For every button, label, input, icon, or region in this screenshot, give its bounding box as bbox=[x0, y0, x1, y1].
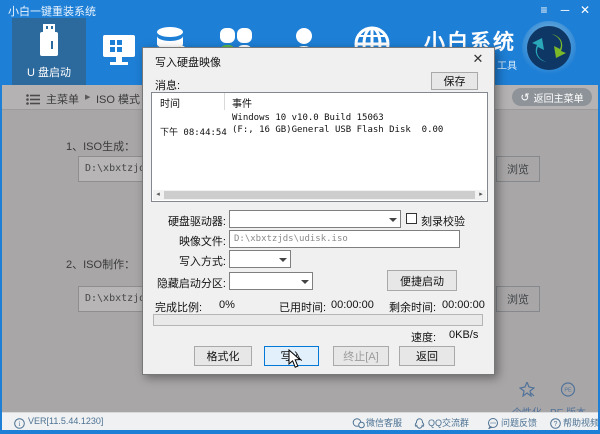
iso-generate-browse-button[interactable]: 浏览 bbox=[496, 156, 540, 182]
window-title: 小白一键重装系统 bbox=[8, 3, 96, 19]
minimize-icon[interactable]: ─ bbox=[557, 3, 573, 17]
drive-select[interactable]: (F:, 16 GB)General USB Flash Disk 0.00 bbox=[229, 210, 401, 228]
progress-label: 完成比例: bbox=[155, 299, 202, 315]
window-edge-left bbox=[0, 85, 2, 434]
help-video-link[interactable]: 帮助视频 bbox=[563, 416, 599, 429]
iso-generate-label: 1、ISO生成： bbox=[66, 138, 135, 154]
dialog-title: 写入硬盘映像 bbox=[155, 54, 221, 70]
event-log-table[interactable]: 时间 事件 Windows 10 v10.0 Build 15063 下午 08… bbox=[151, 92, 488, 202]
iso-make-browse-button[interactable]: 浏览 bbox=[496, 286, 540, 312]
iso-make-label: 2、ISO制作： bbox=[66, 256, 135, 272]
remaining-value: 00:00:00 bbox=[442, 299, 485, 311]
abort-button: 终止[A] bbox=[333, 346, 389, 366]
hidden-partition-label: 隐藏启动分区: bbox=[153, 275, 226, 291]
window-close-icon[interactable]: ✕ bbox=[577, 3, 593, 17]
back-arrow-icon: ↺ bbox=[520, 91, 529, 104]
chevron-down-icon bbox=[279, 258, 287, 262]
speed-label: 速度: bbox=[411, 329, 436, 345]
logo-swirl-icon bbox=[527, 26, 571, 70]
version-text: VER[11.5.44.1230] bbox=[28, 416, 103, 426]
elapsed-value: 00:00:00 bbox=[331, 299, 374, 311]
pe-circle-icon: PE bbox=[560, 384, 576, 401]
convenient-boot-button[interactable]: 便捷启动 bbox=[387, 270, 457, 291]
scroll-left-icon[interactable]: ◂ bbox=[153, 190, 163, 200]
speed-value: 0KB/s bbox=[449, 329, 478, 341]
breadcrumb-current: ISO 模式 bbox=[96, 91, 140, 107]
window-edge-bottom bbox=[0, 430, 600, 434]
verify-label: 刻录校验 bbox=[421, 213, 465, 229]
breadcrumb-arrow-icon: ▶ bbox=[85, 93, 90, 101]
wechat-support-link[interactable]: 微信客服 bbox=[366, 416, 402, 429]
elapsed-label: 已用时间: bbox=[279, 299, 326, 315]
hidden-partition-select[interactable]: 无 bbox=[229, 272, 313, 290]
write-method-select[interactable]: USB-HDD+ bbox=[229, 250, 291, 268]
qq-group-link[interactable]: QQ交流群 bbox=[428, 416, 469, 429]
progress-value: 0% bbox=[219, 299, 235, 311]
log-row-time: 下午 08:44:54 bbox=[160, 125, 227, 138]
image-file-label: 映像文件: bbox=[153, 233, 226, 249]
brand-logo bbox=[522, 21, 576, 75]
monitor-icon bbox=[101, 33, 137, 70]
drive-label: 硬盘驱动器: bbox=[153, 213, 226, 229]
feedback-link[interactable]: 问题反馈 bbox=[501, 416, 537, 429]
brand-subtitle: 工具 bbox=[497, 57, 517, 72]
verify-checkbox[interactable] bbox=[406, 213, 417, 224]
chevron-down-icon bbox=[389, 218, 397, 222]
sparkle-icon bbox=[519, 384, 535, 401]
scrollbar-thumb[interactable] bbox=[164, 191, 475, 199]
list-icon[interactable] bbox=[26, 92, 40, 110]
usb-drive-icon bbox=[34, 23, 64, 60]
app-window: 小白一键重装系统 ≡ ─ ✕ U 盘启动 bbox=[0, 0, 600, 434]
remaining-label: 剩余时间: bbox=[389, 299, 436, 315]
column-divider bbox=[224, 93, 225, 110]
log-row-event: Windows 10 v10.0 Build 15063 bbox=[232, 113, 384, 123]
scroll-right-icon[interactable]: ▸ bbox=[476, 190, 486, 200]
back-to-main-menu-button[interactable]: ↺ 返回主菜单 bbox=[512, 88, 592, 106]
chevron-down-icon bbox=[301, 280, 309, 284]
write-disk-image-dialog: 写入硬盘映像 ✕ 消息: 保存 时间 事件 Windows 10 v10.0 B… bbox=[142, 47, 495, 375]
mouse-cursor-icon bbox=[288, 349, 302, 374]
nav-tab-label: U 盘启动 bbox=[27, 64, 71, 80]
svg-text:i: i bbox=[19, 420, 21, 428]
return-button[interactable]: 返回 bbox=[399, 346, 455, 366]
message-label: 消息: bbox=[155, 77, 180, 93]
dialog-close-icon[interactable]: ✕ bbox=[470, 51, 486, 67]
log-row-event: (F:, 16 GB)General USB Flash Disk 0.00 bbox=[232, 125, 443, 135]
write-progress-bar bbox=[153, 314, 483, 326]
svg-text:PE: PE bbox=[564, 388, 572, 394]
breadcrumb-root[interactable]: 主菜单 bbox=[46, 91, 79, 107]
column-header-time: 时间 bbox=[160, 95, 180, 110]
status-bar: i VER[11.5.44.1230] 微信客服 QQ交流群 问题反馈 ? 帮助… bbox=[0, 412, 600, 430]
image-file-input[interactable]: D:\xbxtzjds\udisk.iso bbox=[229, 230, 460, 248]
menu-icon[interactable]: ≡ bbox=[536, 3, 552, 17]
horizontal-scrollbar[interactable]: ◂ ▸ bbox=[153, 190, 486, 200]
back-button-label: 返回主菜单 bbox=[534, 90, 584, 105]
save-button[interactable]: 保存 bbox=[431, 72, 478, 90]
column-header-event: 事件 bbox=[232, 95, 252, 110]
nav-tab-usb-boot[interactable]: U 盘启动 bbox=[12, 18, 86, 85]
format-button[interactable]: 格式化 bbox=[194, 346, 252, 366]
svg-text:?: ? bbox=[554, 421, 558, 428]
write-method-label: 写入方式: bbox=[153, 253, 226, 269]
